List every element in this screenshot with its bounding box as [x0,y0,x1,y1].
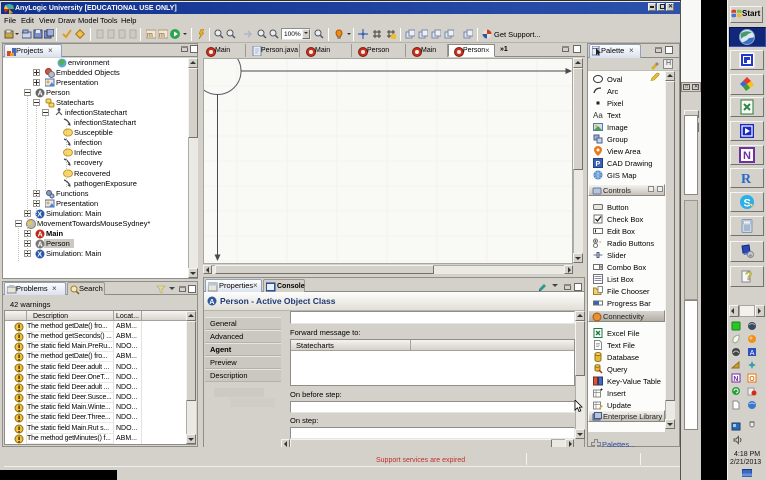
svg-text:N: N [733,376,738,383]
svg-text:N: N [743,150,751,162]
svg-text:=: = [599,239,602,244]
svg-text:X: X [37,212,42,219]
svg-text:m: m [159,32,165,39]
svg-text:R: R [741,172,752,186]
svg-text:A: A [38,242,43,249]
svg-text:X: X [37,252,42,259]
svg-text:A: A [38,91,43,98]
svg-text:A: A [750,350,755,357]
svg-text:m: m [147,32,153,39]
svg-text:P: P [596,161,601,168]
svg-text:w: w [749,253,752,258]
svg-text:A: A [38,232,43,239]
svg-text:A: A [209,299,214,306]
svg-text:Aa: Aa [593,111,603,120]
svg-text:O: O [749,376,755,383]
svg-text:?: ? [745,269,752,283]
svg-text:S: S [744,198,751,210]
